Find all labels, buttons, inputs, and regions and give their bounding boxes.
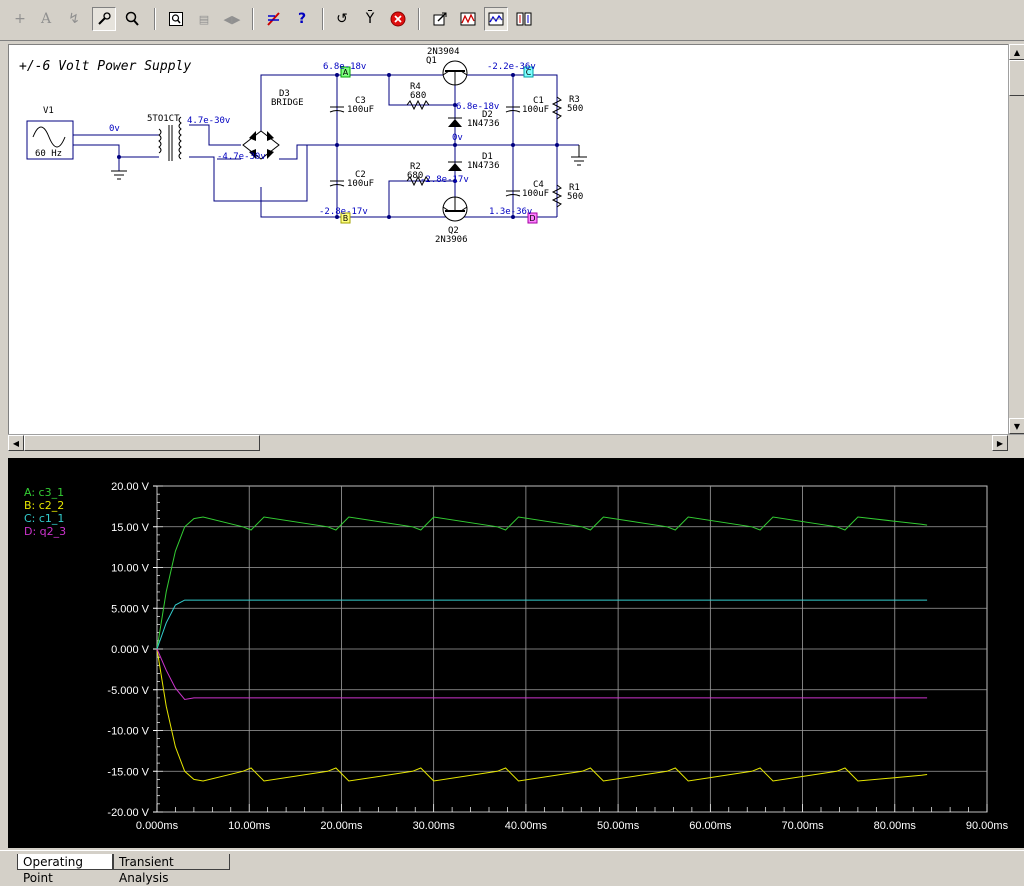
x-tick-label: 80.00ms bbox=[874, 820, 917, 832]
voltage-d1-bottom: -2.8e-17v bbox=[420, 175, 469, 185]
x-tick-label: 70.00ms bbox=[781, 820, 824, 832]
lines-icon[interactable] bbox=[262, 7, 286, 31]
source-name: V1 bbox=[43, 106, 54, 116]
ground-symbol bbox=[111, 145, 587, 180]
graph-active-icon[interactable] bbox=[484, 7, 508, 31]
bridge-type: BRIDGE bbox=[271, 98, 304, 108]
source-freq: 60 Hz bbox=[35, 149, 62, 159]
zoom-icon[interactable] bbox=[120, 7, 144, 31]
voltage-node-b: -2.8e-17v bbox=[319, 207, 368, 217]
c3-value: 100uF bbox=[347, 105, 374, 115]
separator bbox=[252, 8, 254, 30]
voltage-q1-output: -2.2e-36v bbox=[487, 62, 536, 72]
y-tick-label: -5.000 V bbox=[107, 685, 149, 697]
series-line-c bbox=[156, 599, 928, 650]
schematic-title: +/-6 Volt Power Supply bbox=[19, 59, 191, 74]
horizontal-scrollbar[interactable]: ◀ ▶ bbox=[8, 434, 1024, 451]
d1-value: 1N4736 bbox=[467, 161, 500, 171]
flip-icon[interactable]: ◀▶ bbox=[220, 7, 244, 31]
stop-icon[interactable] bbox=[386, 7, 410, 31]
y-tick-label: -15.00 V bbox=[107, 766, 149, 778]
x-tick-label: 0.000ms bbox=[136, 820, 179, 832]
graph-split-icon[interactable] bbox=[512, 7, 536, 31]
voltage-node-a: 6.8e-18v bbox=[323, 62, 366, 72]
transient-graph[interactable]: A: c3_1 B: c2_2 C: c1_1 D: q2_3 20.00 V1… bbox=[8, 458, 1024, 848]
q2-part: 2N3906 bbox=[435, 235, 468, 245]
r3-value: 500 bbox=[567, 104, 583, 114]
x-tick-label: 10.00ms bbox=[228, 820, 271, 832]
x-tick-label: 40.00ms bbox=[505, 820, 548, 832]
x-tick-label: 60.00ms bbox=[689, 820, 732, 832]
vertical-scrollbar[interactable]: ▲ ▼ bbox=[1008, 44, 1024, 434]
y-tick-label: 20.00 V bbox=[111, 481, 150, 493]
separator bbox=[154, 8, 156, 30]
voltage-secondary-bottom: -4.7e-30v bbox=[217, 152, 266, 162]
wires bbox=[26, 74, 579, 218]
transformer-label: 5TO1CT bbox=[147, 114, 180, 124]
help-icon[interactable]: ? bbox=[290, 7, 314, 31]
toolbar: + A ↯ ▤ ◀▶ ? ↺ Ȳ bbox=[0, 0, 1024, 41]
scroll-right-arrow-icon[interactable]: ▶ bbox=[992, 435, 1008, 451]
voltage-q2-output: 1.3e-36v bbox=[489, 207, 532, 217]
separator bbox=[418, 8, 420, 30]
plot-svg: 20.00 V 15.00 V 10.00 V 5.000 V 0.000 V -5.00… bbox=[107, 481, 1009, 832]
c4-value: 100uF bbox=[522, 189, 549, 199]
undo-icon[interactable]: ↺ bbox=[330, 7, 354, 31]
antenna-icon[interactable]: Ȳ bbox=[358, 7, 382, 31]
series-line-a bbox=[156, 516, 928, 650]
series-line-d bbox=[156, 648, 928, 701]
y-tick-label: 0.000 V bbox=[111, 644, 150, 656]
sine-source-symbol bbox=[32, 126, 66, 148]
tab-transient-analysis[interactable]: Transient Analysis bbox=[113, 854, 230, 885]
probe-icon[interactable] bbox=[92, 7, 116, 31]
node-dots bbox=[117, 73, 559, 219]
series-line-b bbox=[156, 648, 928, 782]
analysis-tabs: Operating Point Transient Analysis bbox=[0, 850, 1024, 885]
separator bbox=[322, 8, 324, 30]
x-tick-label: 90.00ms bbox=[966, 820, 1009, 832]
voltage-d2-top: 6.8e-18v bbox=[456, 102, 499, 112]
plus-icon[interactable]: + bbox=[8, 7, 32, 31]
graph-icon[interactable] bbox=[456, 7, 480, 31]
c1-value: 100uF bbox=[522, 105, 549, 115]
y-tick-label: -20.00 V bbox=[107, 807, 149, 819]
lightning-icon[interactable]: ↯ bbox=[62, 7, 86, 31]
scroll-left-arrow-icon[interactable]: ◀ bbox=[8, 435, 24, 451]
scroll-down-arrow-icon[interactable]: ▼ bbox=[1009, 418, 1024, 434]
x-tick-label: 20.00ms bbox=[320, 820, 363, 832]
voltage-secondary-top: 4.7e-30v bbox=[187, 116, 230, 126]
y-tick-label: 10.00 V bbox=[111, 563, 150, 575]
d2-value: 1N4736 bbox=[467, 119, 500, 129]
r1-value: 500 bbox=[567, 192, 583, 202]
schematic-canvas[interactable]: A B C D +/-6 Volt Power Supply V1 60 Hz … bbox=[8, 44, 1024, 451]
text-tool-icon[interactable]: A bbox=[34, 7, 58, 31]
x-tick-label: 30.00ms bbox=[413, 820, 456, 832]
x-tick-label: 50.00ms bbox=[597, 820, 640, 832]
scroll-up-arrow-icon[interactable]: ▲ bbox=[1009, 44, 1024, 60]
export-icon[interactable] bbox=[428, 7, 452, 31]
q1-name: Q1 bbox=[426, 56, 437, 66]
y-tick-label: 15.00 V bbox=[111, 522, 150, 534]
c2-value: 100uF bbox=[347, 179, 374, 189]
copy-icon[interactable]: ▤ bbox=[192, 7, 216, 31]
tab-operating-point[interactable]: Operating Point bbox=[17, 854, 113, 885]
voltage-midpoint: 0v bbox=[452, 133, 463, 143]
r4-value: 680 bbox=[410, 91, 426, 101]
zoom-fit-icon[interactable] bbox=[164, 7, 188, 31]
horizontal-scroll-thumb[interactable] bbox=[24, 435, 260, 451]
y-tick-label: -10.00 V bbox=[107, 726, 149, 738]
y-tick-label: 5.000 V bbox=[111, 603, 150, 615]
vertical-scroll-thumb[interactable] bbox=[1009, 60, 1024, 96]
voltage-input: 0v bbox=[109, 124, 120, 134]
